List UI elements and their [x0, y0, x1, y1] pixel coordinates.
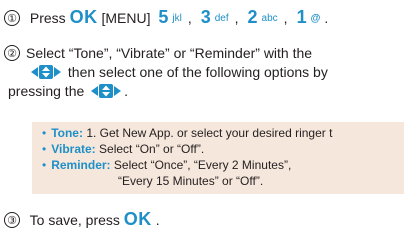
step-2-line-3: pressing the [8, 83, 85, 99]
tone-text: 1. Get New App. or select your desired r… [86, 126, 333, 140]
key-1: 1 [296, 7, 307, 27]
period: . [155, 212, 160, 228]
tone-option: • Tone: 1. Get New App. or select your de… [42, 125, 332, 141]
vibrate-option: • Vibrate: Select “On” or “Off”. [42, 141, 204, 157]
save-text: To save, press [29, 212, 120, 228]
tone-label: Tone: [51, 126, 83, 140]
menu-label: [MENU] [101, 10, 151, 26]
step-number: ① [4, 10, 20, 26]
bullet: • [42, 126, 47, 140]
navigation-key-icon [30, 64, 62, 84]
press-text: Press [29, 10, 66, 26]
key-2-letters: abc [261, 13, 278, 24]
key-5: 5 [158, 7, 169, 27]
step-3: ③ To save, press OK . [4, 210, 160, 229]
step-2-line-2-row: then select one of the following options… [28, 63, 328, 84]
key-3: 3 [200, 7, 211, 27]
bullet: • [42, 158, 47, 172]
reminder-text: Select “Once”, “Every 2 Minutes”, [113, 158, 292, 172]
ok-key: OK [123, 209, 152, 229]
key-2: 2 [247, 7, 258, 27]
reminder-text-continued: “Every 15 Minutes” or “Off”. [118, 174, 264, 188]
key-3-letters: def [214, 13, 229, 24]
step-2: ② Select “Tone”, “Vibrate” or “Reminder” … [4, 44, 312, 62]
vibrate-label: Vibrate: [51, 142, 96, 156]
options-panel: • Tone: 1. Get New App. or select your de… [32, 122, 404, 194]
reminder-label: Reminder: [51, 158, 111, 172]
step-2-line-1: Select “Tone”, “Vibrate” or “Reminder” w… [26, 45, 313, 61]
key-5-letters: jkl [172, 13, 182, 24]
key-1-letters: @ [310, 13, 321, 24]
step-1: ① Press OK [MENU] 5 jkl, 3 def, 2 abc, 1 @. [4, 8, 328, 28]
separator: , [234, 10, 239, 26]
step-2-line-2: then select one of the following options… [67, 64, 328, 80]
reminder-option: • Reminder: Select “Once”, “Every 2 Minut… [42, 157, 291, 173]
step-number: ③ [4, 212, 20, 228]
separator: , [283, 10, 288, 26]
ok-key: OK [69, 7, 98, 27]
vibrate-text: Select “On” or “Off”. [99, 142, 205, 156]
step-number: ② [4, 45, 20, 61]
separator: , [187, 10, 192, 26]
navigation-key-icon [90, 83, 122, 103]
period: . [124, 83, 129, 99]
step-2-line-3-row: pressing the . [8, 82, 128, 103]
bullet: • [42, 142, 47, 156]
period: . [324, 10, 329, 26]
